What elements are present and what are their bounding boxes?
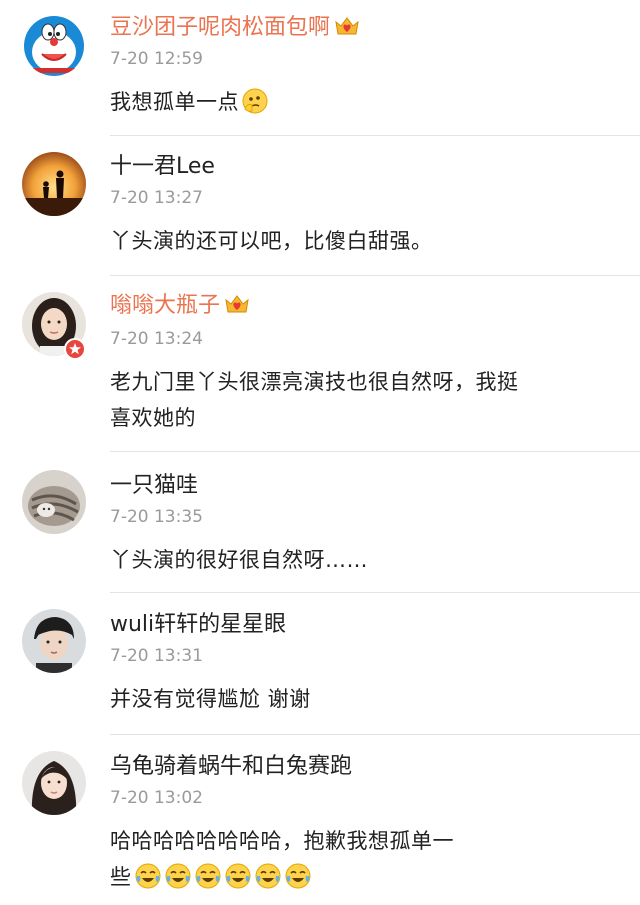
comment-text-content: 我想孤单一点	[110, 90, 239, 114]
comment-time: 7-20 13:31	[110, 646, 203, 666]
tears-of-joy-emoji-icon	[134, 862, 162, 890]
tears-of-joy-emoji-icon	[284, 862, 312, 890]
comment-time: 7-20 13:02	[110, 788, 203, 808]
comment-item: 一只猫哇 7-20 13:35 丫头演的很好很自然呀……	[0, 452, 640, 593]
comment-text: 丫头演的还可以吧，比傻白甜强。	[110, 229, 433, 253]
avatar-boy[interactable]	[22, 609, 86, 673]
avatar-cat[interactable]	[22, 470, 86, 534]
comment-text: 丫头演的很好很自然呀……	[110, 548, 368, 572]
comment-username[interactable]: 十一君Lee	[110, 153, 215, 181]
comment-text-line: 些	[110, 859, 610, 895]
comment-text-line: 老九门里丫头很漂亮演技也很自然呀，我挺	[110, 370, 519, 394]
comment-text-line: 哈哈哈哈哈哈哈哈，抱歉我想孤单一	[110, 829, 454, 853]
username-text[interactable]: 豆沙团子呢肉松面包啊	[110, 15, 330, 40]
comment-text: 老九门里丫头很漂亮演技也很自然呀，我挺 喜欢她的	[110, 364, 610, 436]
tears-of-joy-emoji-icon	[164, 862, 192, 890]
comment-time: 7-20 12:59	[110, 49, 203, 69]
comment-time: 7-20 13:24	[110, 329, 203, 349]
comment-item: 豆沙团子呢肉松面包啊 7-20 12:59 我想孤单一点	[0, 0, 640, 136]
avatar-sunset-silhouette[interactable]	[22, 152, 86, 216]
tears-of-joy-emoji-icon	[254, 862, 282, 890]
comment-time: 7-20 13:35	[110, 507, 203, 527]
comment-list: 豆沙团子呢肉松面包啊 7-20 12:59 我想孤单一点 十一君Lee 7-20…	[0, 0, 640, 905]
comment-username[interactable]: 嗡嗡大瓶子	[110, 292, 250, 320]
comment-text: 哈哈哈哈哈哈哈哈，抱歉我想孤单一 些	[110, 823, 610, 895]
comment-username[interactable]: 一只猫哇	[110, 472, 198, 500]
avatar-doraemon[interactable]	[22, 12, 86, 76]
comment-text-content: 些	[110, 865, 132, 889]
username-text[interactable]: 嗡嗡大瓶子	[110, 293, 220, 318]
star-badge-icon	[64, 338, 86, 360]
tears-of-joy-emoji-icon	[194, 862, 222, 890]
avatar-girl-2[interactable]	[22, 751, 86, 815]
comment-text-line: 喜欢她的	[110, 406, 196, 430]
thinking-emoji-icon	[241, 87, 269, 115]
crown-heart-icon	[334, 14, 360, 38]
comment-time: 7-20 13:27	[110, 188, 203, 208]
comment-item: 十一君Lee 7-20 13:27 丫头演的还可以吧，比傻白甜强。	[0, 136, 640, 276]
comment-username[interactable]: 乌龟骑着蜗牛和白兔赛跑	[110, 753, 352, 781]
comment-username[interactable]: wuli轩轩的星星眼	[110, 611, 286, 639]
comment-item: 嗡嗡大瓶子 7-20 13:24 老九门里丫头很漂亮演技也很自然呀，我挺 喜欢她…	[0, 276, 640, 452]
comment-item: 乌龟骑着蜗牛和白兔赛跑 7-20 13:02 哈哈哈哈哈哈哈哈，抱歉我想孤单一 …	[0, 735, 640, 905]
comment-text: 我想孤单一点	[110, 84, 610, 120]
comment-text: 并没有觉得尴尬 谢谢	[110, 687, 311, 711]
comment-item: wuli轩轩的星星眼 7-20 13:31 并没有觉得尴尬 谢谢	[0, 593, 640, 735]
comment-username[interactable]: 豆沙团子呢肉松面包啊	[110, 14, 360, 42]
crown-heart-icon	[224, 292, 250, 316]
tears-of-joy-emoji-icon	[224, 862, 252, 890]
